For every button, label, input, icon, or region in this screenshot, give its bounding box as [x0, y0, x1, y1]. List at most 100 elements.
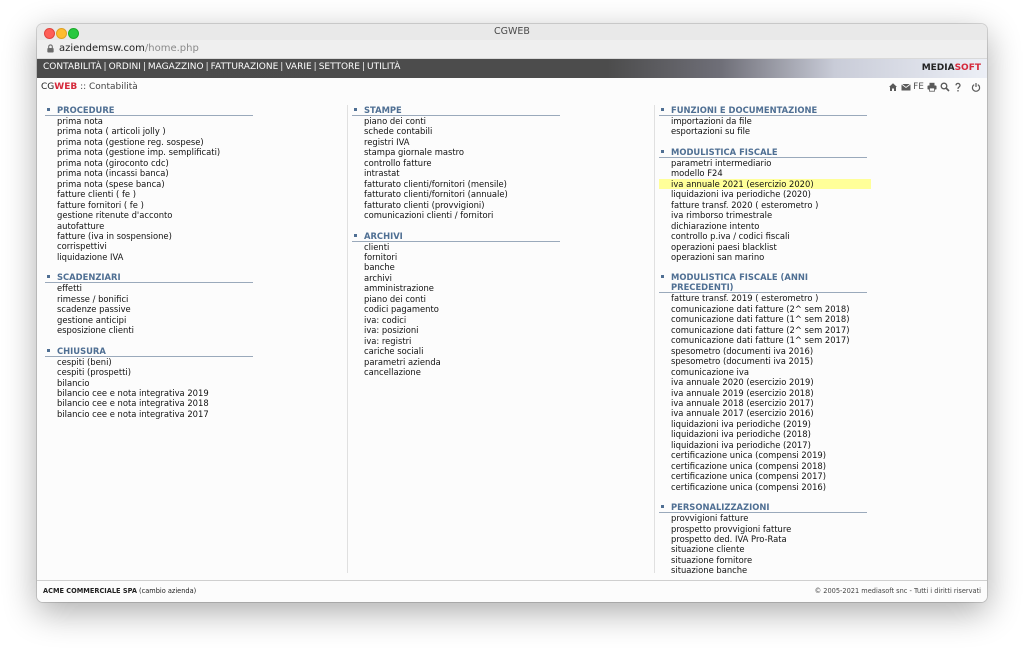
- menu-link[interactable]: fatture transf. 2019 ( esterometro ): [659, 293, 981, 303]
- menu-link[interactable]: bilancio cee e nota integrativa 2019: [45, 388, 345, 398]
- menu-link[interactable]: cariche sociali: [352, 346, 652, 356]
- menu-link[interactable]: liquidazione IVA: [45, 252, 345, 262]
- menu-link[interactable]: prima nota (gestione imp. semplificati): [45, 147, 345, 157]
- menu-link[interactable]: stampa giornale mastro: [352, 147, 652, 157]
- menu-link[interactable]: iva: registri: [352, 336, 652, 346]
- menu-link[interactable]: iva annuale 2021 (esercizio 2020): [659, 178, 871, 190]
- menu-link[interactable]: comunicazione iva: [659, 367, 981, 377]
- menu-link[interactable]: spesometro (documenti iva 2016): [659, 346, 981, 356]
- menu-link[interactable]: comunicazioni clienti / fornitori: [352, 210, 652, 220]
- menu-link[interactable]: esposizione clienti: [45, 325, 345, 335]
- help-icon[interactable]: [953, 82, 963, 92]
- menu-link[interactable]: banche: [352, 262, 652, 272]
- menu-link[interactable]: cespiti (prospetti): [45, 367, 345, 377]
- menu-link[interactable]: controllo p.iva / codici fiscali: [659, 231, 981, 241]
- menu-item[interactable]: FATTURAZIONE: [211, 62, 279, 72]
- menu-link[interactable]: fatturato clienti/fornitori (mensile): [352, 179, 652, 189]
- menu-link[interactable]: gestione ritenute d'acconto: [45, 210, 345, 220]
- menu-link[interactable]: iva annuale 2018 (esercizio 2017): [659, 398, 981, 408]
- menu-link[interactable]: fatture transf. 2020 ( esterometro ): [659, 200, 981, 210]
- menu-link[interactable]: iva annuale 2017 (esercizio 2016): [659, 408, 981, 418]
- menu-link[interactable]: fatturato clienti (provvigioni): [352, 200, 652, 210]
- change-company-link[interactable]: (cambio azienda): [137, 587, 196, 595]
- menu-link[interactable]: piano dei conti: [352, 294, 652, 304]
- menu-link[interactable]: situazione cliente: [659, 544, 981, 554]
- menu-link[interactable]: liquidazioni iva periodiche (2019): [659, 419, 981, 429]
- menu-link[interactable]: piano dei conti: [352, 116, 652, 126]
- menu-link[interactable]: registri IVA: [352, 137, 652, 147]
- menu-link[interactable]: comunicazione dati fatture (1^ sem 2018): [659, 314, 981, 324]
- menu-link[interactable]: codici pagamento: [352, 304, 652, 314]
- menu-link[interactable]: gestione anticipi: [45, 315, 345, 325]
- menu-item[interactable]: SETTORE: [319, 62, 360, 72]
- menu-link[interactable]: prima nota ( articoli jolly ): [45, 126, 345, 136]
- menu-link[interactable]: liquidazioni iva periodiche (2017): [659, 440, 981, 450]
- search-icon[interactable]: [940, 82, 950, 92]
- menu-link[interactable]: situazione fornitore: [659, 555, 981, 565]
- menu-link[interactable]: scadenze passive: [45, 304, 345, 314]
- menu-link[interactable]: intrastat: [352, 168, 652, 178]
- menu-link[interactable]: esportazioni su file: [659, 126, 981, 136]
- menu-item[interactable]: CONTABILITÀ: [43, 62, 102, 72]
- menu-link[interactable]: cespiti (beni): [45, 357, 345, 367]
- menu-link[interactable]: certificazione unica (compensi 2017): [659, 471, 981, 481]
- menu-link[interactable]: operazioni san marino: [659, 252, 981, 262]
- menu-link[interactable]: fatture fornitori ( fe ): [45, 200, 345, 210]
- menu-link[interactable]: prima nota (spese banca): [45, 179, 345, 189]
- menu-link[interactable]: certificazione unica (compensi 2018): [659, 461, 981, 471]
- menu-link[interactable]: liquidazioni iva periodiche (2020): [659, 189, 981, 199]
- menu-link[interactable]: iva rimborso trimestrale: [659, 210, 981, 220]
- menu-link[interactable]: rimesse / bonifici: [45, 294, 345, 304]
- menu-link[interactable]: liquidazioni iva periodiche (2018): [659, 429, 981, 439]
- menu-link[interactable]: fatturato clienti/fornitori (annuale): [352, 189, 652, 199]
- menu-link[interactable]: effetti: [45, 283, 345, 293]
- menu-link[interactable]: bilancio cee e nota integrativa 2017: [45, 409, 345, 419]
- menu-link[interactable]: prima nota (giroconto cdc): [45, 158, 345, 168]
- menu-link[interactable]: certificazione unica (compensi 2016): [659, 482, 981, 492]
- menu-link[interactable]: provvigioni fatture: [659, 513, 981, 523]
- menu-link[interactable]: amministrazione: [352, 283, 652, 293]
- menu-link[interactable]: parametri intermediario: [659, 158, 981, 168]
- menu-link[interactable]: operazioni paesi blacklist: [659, 242, 981, 252]
- menu-item[interactable]: UTILITÀ: [367, 62, 400, 72]
- menu-item[interactable]: VARIE: [285, 62, 311, 72]
- url-text[interactable]: aziendemsw.com/home.php: [59, 43, 199, 54]
- menu-link[interactable]: fatture clienti ( fe ): [45, 189, 345, 199]
- address-bar[interactable]: aziendemsw.com/home.php: [37, 40, 987, 59]
- fe-button[interactable]: FE: [913, 82, 924, 92]
- menu-link[interactable]: bilancio cee e nota integrativa 2018: [45, 398, 345, 408]
- menu-link[interactable]: schede contabili: [352, 126, 652, 136]
- menu-link[interactable]: prima nota (gestione reg. sospese): [45, 137, 345, 147]
- menu-link[interactable]: certificazione unica (compensi 2019): [659, 450, 981, 460]
- menu-link[interactable]: autofatture: [45, 221, 345, 231]
- menu-link[interactable]: situazione banche: [659, 565, 981, 575]
- menu-link[interactable]: comunicazione dati fatture (2^ sem 2018): [659, 304, 981, 314]
- menu-link[interactable]: controllo fatture: [352, 158, 652, 168]
- menu-link[interactable]: iva: posizioni: [352, 325, 652, 335]
- menu-link[interactable]: modello F24: [659, 168, 981, 178]
- mail-icon[interactable]: [901, 82, 911, 92]
- menu-link[interactable]: prospetto provvigioni fatture: [659, 524, 981, 534]
- menu-link[interactable]: fornitori: [352, 252, 652, 262]
- menu-link[interactable]: dichiarazione intento: [659, 221, 981, 231]
- menu-link[interactable]: prospetto ded. IVA Pro-Rata: [659, 534, 981, 544]
- print-icon[interactable]: [927, 82, 937, 92]
- menu-link[interactable]: comunicazione dati fatture (2^ sem 2017): [659, 325, 981, 335]
- menu-link[interactable]: iva annuale 2020 (esercizio 2019): [659, 377, 981, 387]
- menu-link[interactable]: iva: codici: [352, 315, 652, 325]
- menu-link[interactable]: iva annuale 2019 (esercizio 2018): [659, 388, 981, 398]
- menu-link[interactable]: cancellazione: [352, 367, 652, 377]
- menu-link[interactable]: fatture (iva in sospensione): [45, 231, 345, 241]
- menu-link[interactable]: parametri azienda: [352, 357, 652, 367]
- power-icon[interactable]: [971, 82, 981, 92]
- menu-item[interactable]: ORDINI: [109, 62, 141, 72]
- menu-link[interactable]: clienti: [352, 242, 652, 252]
- menu-link[interactable]: archivi: [352, 273, 652, 283]
- menu-link[interactable]: prima nota (incassi banca): [45, 168, 345, 178]
- menu-item[interactable]: MAGAZZINO: [148, 62, 204, 72]
- menu-link[interactable]: comunicazione dati fatture (1^ sem 2017): [659, 335, 981, 345]
- menu-link[interactable]: spesometro (documenti iva 2015): [659, 356, 981, 366]
- menu-link[interactable]: prima nota: [45, 116, 345, 126]
- home-icon[interactable]: [888, 82, 898, 92]
- menu-link[interactable]: bilancio: [45, 378, 345, 388]
